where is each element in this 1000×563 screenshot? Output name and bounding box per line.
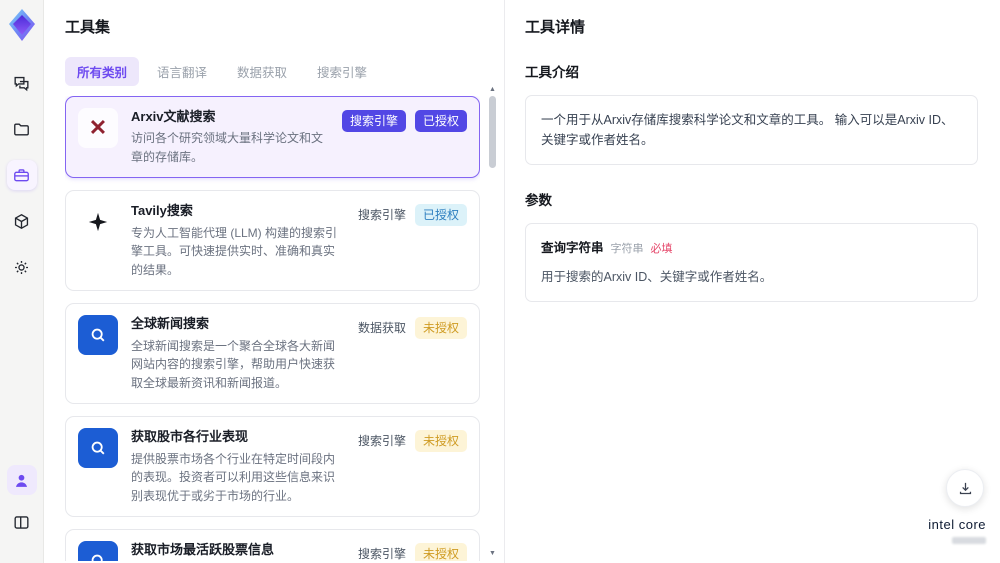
tool-auth-badge: 未授权 xyxy=(414,430,467,453)
param-required-badge: 必填 xyxy=(650,243,673,255)
tool-card[interactable]: Tavily搜索 专为人工智能代理 (LLM) 构建的搜索引擎工具。可快速提供实… xyxy=(65,190,480,292)
tool-description: 全球新闻搜索是一个聚合全球各大新闻网站内容的搜索引擎，帮助用户快速获取全球最新资… xyxy=(131,338,336,390)
briefcase-icon[interactable] xyxy=(6,160,37,190)
intro-heading: 工具介绍 xyxy=(525,65,579,80)
tool-name: 获取股市各行业表现 xyxy=(131,429,249,445)
scroll-down-icon[interactable]: ▼ xyxy=(488,550,497,557)
param-description: 用于搜索的Arxiv ID、关键字或作者姓名。 xyxy=(541,269,773,284)
tool-intro-box: 一个用于从Arxiv存储库搜索科学论文和文章的工具。 输入可以是Arxiv ID… xyxy=(525,95,978,165)
tool-card[interactable]: ✕ Arxiv文献搜索 访问各个研究领域大量科学论文和文章的存储库。 搜索引擎 … xyxy=(65,96,480,179)
app-logo-icon[interactable] xyxy=(7,8,37,42)
tool-name: 获取市场最活跃股票信息 xyxy=(131,542,275,558)
scroll-up-icon[interactable]: ▲ xyxy=(488,86,497,93)
folder-icon[interactable] xyxy=(7,114,37,144)
detail-title: 工具详情 xyxy=(525,19,586,36)
brand-mark: intel core xyxy=(928,517,986,547)
list-scrollbar[interactable]: ▲ ▼ xyxy=(488,86,497,559)
scrollbar-thumb[interactable] xyxy=(489,96,496,168)
brand-sub-mark xyxy=(952,537,986,544)
news-search-blue-icon xyxy=(78,428,118,469)
tool-name: Arxiv文献搜索 xyxy=(131,109,216,124)
tool-auth-badge: 已授权 xyxy=(414,110,467,132)
chat-icon[interactable] xyxy=(7,68,37,98)
params-box: 查询字符串 字符串 必填用于搜索的Arxiv ID、关键字或作者姓名。 xyxy=(525,223,978,302)
tool-card[interactable]: 获取市场最活跃股票信息 提供当天交易量最高的股票列表，投资者可以利用这些信息来识… xyxy=(65,529,480,561)
user-icon[interactable] xyxy=(6,465,37,495)
tool-detail-panel: 工具详情 工具介绍 一个用于从Arxiv存储库搜索科学论文和文章的工具。 输入可… xyxy=(504,0,1000,563)
tool-category-badge: 搜索引擎 xyxy=(357,208,406,223)
tool-description: 专为人工智能代理 (LLM) 构建的搜索引擎工具。可快速提供实时、准确和真实的结… xyxy=(131,225,338,277)
download-icon xyxy=(959,482,971,494)
news-search-blue-icon xyxy=(78,541,118,561)
news-search-blue-icon xyxy=(78,315,118,356)
param-row: 查询字符串 字符串 必填用于搜索的Arxiv ID、关键字或作者姓名。 xyxy=(541,238,962,287)
tool-category-badge: 搜索引擎 xyxy=(357,547,406,561)
tool-auth-badge: 未授权 xyxy=(414,317,467,340)
tool-list: ✕ Arxiv文献搜索 访问各个研究领域大量科学论文和文章的存储库。 搜索引擎 … xyxy=(65,96,480,561)
tab-2[interactable]: 语言翻译 xyxy=(145,57,219,86)
tool-description: 提供股票市场各个行业在特定时间段内的表现。投资者可以利用这些信息来识别表现优于或… xyxy=(131,451,336,503)
tool-auth-badge: 已授权 xyxy=(414,204,467,227)
tool-name: 全球新闻搜索 xyxy=(131,316,210,332)
tool-card[interactable]: 全球新闻搜索 全球新闻搜索是一个聚合全球各大新闻网站内容的搜索引擎，帮助用户快速… xyxy=(65,303,480,405)
tab-4[interactable]: 搜索引擎 xyxy=(305,57,379,86)
arxiv-x-icon: ✕ xyxy=(78,108,118,148)
tool-category-badge: 数据获取 xyxy=(357,321,406,336)
tool-category-badge: 搜索引擎 xyxy=(357,434,406,449)
tool-card[interactable]: 获取股市各行业表现 提供股票市场各个行业在特定时间段内的表现。投资者可以利用这些… xyxy=(65,416,480,518)
cube-icon[interactable] xyxy=(7,206,37,236)
sparkle-icon xyxy=(78,202,118,243)
param-type: 字符串 xyxy=(610,243,644,255)
params-heading: 参数 xyxy=(525,193,552,208)
tab-1[interactable]: 所有类别 xyxy=(65,57,140,86)
sidebar-rail xyxy=(0,0,44,563)
tool-description: 访问各个研究领域大量科学论文和文章的存储库。 xyxy=(131,131,324,164)
tool-category-badge: 搜索引擎 xyxy=(341,110,406,132)
gear-icon[interactable] xyxy=(7,252,37,282)
tool-list-panel: 工具集 所有类别 语言翻译 数据获取 搜索引擎 ✕ Arxiv文献搜索 访问各个研究领… xyxy=(44,0,504,563)
page-title: 工具集 xyxy=(65,19,111,36)
param-name: 查询字符串 xyxy=(541,241,604,255)
download-button[interactable] xyxy=(946,469,984,507)
app-window: 工具集 所有类别 语言翻译 数据获取 搜索引擎 ✕ Arxiv文献搜索 访问各个研究领… xyxy=(0,0,1000,563)
tool-name: Tavily搜索 xyxy=(131,203,193,219)
brand-logo-text: intel core xyxy=(928,517,986,532)
tab-3[interactable]: 数据获取 xyxy=(225,57,299,86)
tool-auth-badge: 未授权 xyxy=(414,543,467,561)
category-tabs: 所有类别 语言翻译 数据获取 搜索引擎 xyxy=(65,57,480,86)
panel-icon[interactable] xyxy=(7,507,37,537)
